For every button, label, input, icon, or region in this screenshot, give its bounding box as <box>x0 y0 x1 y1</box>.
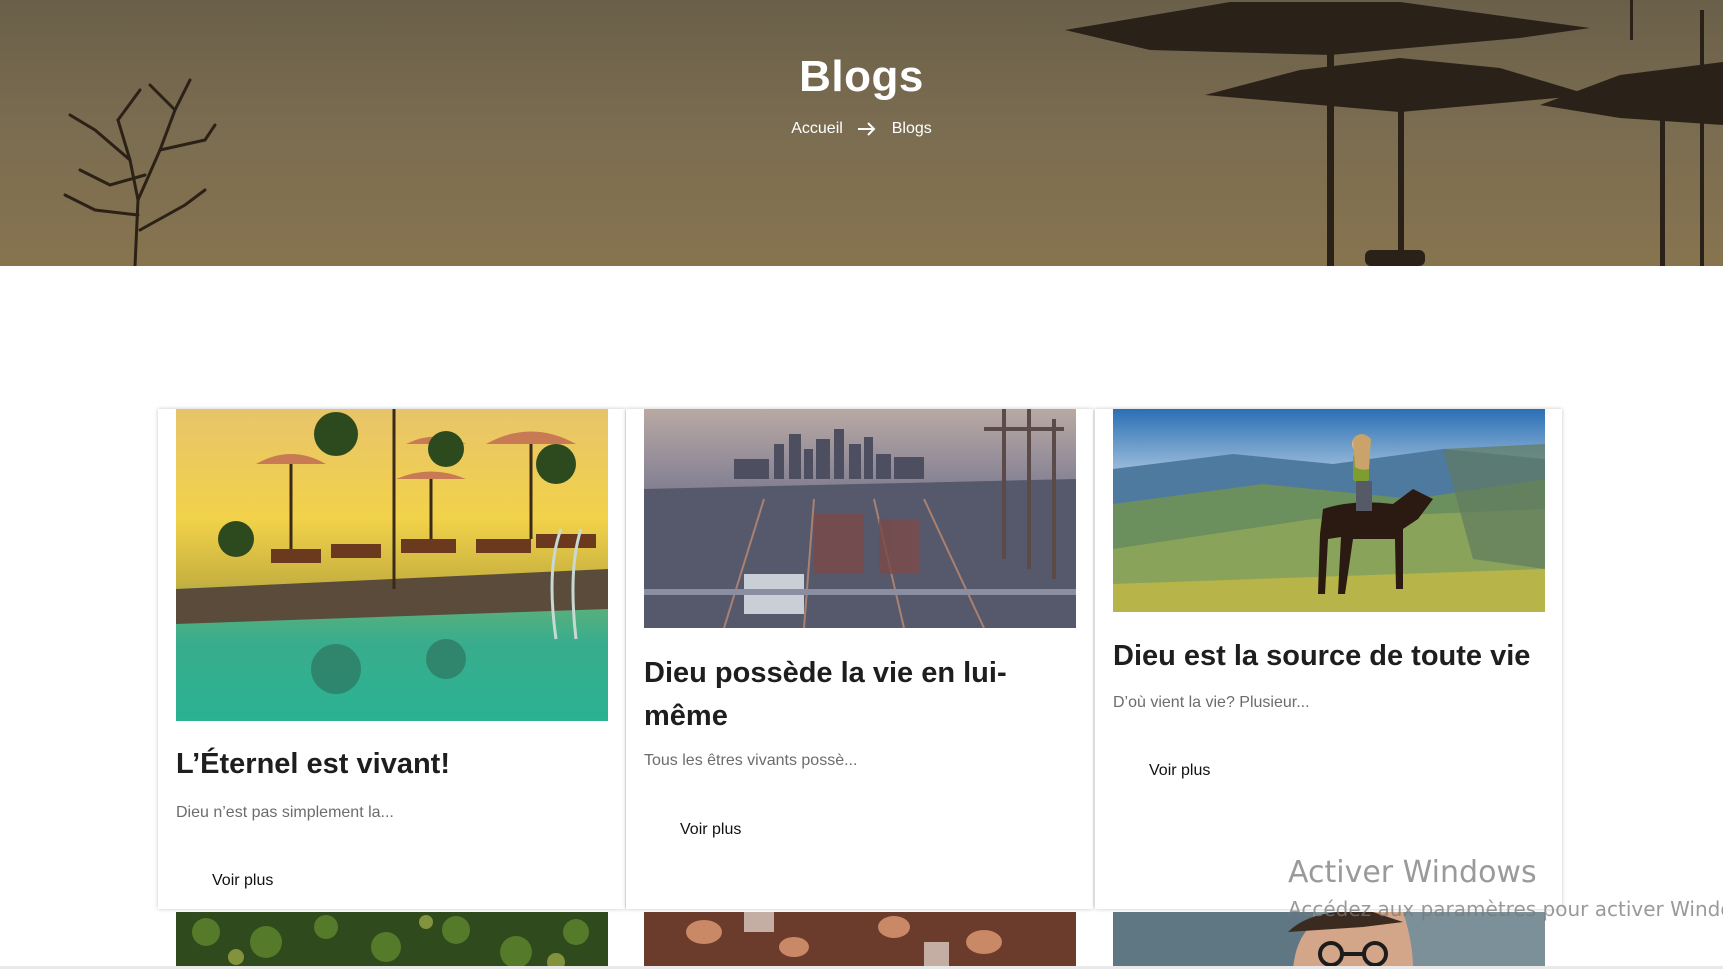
breadcrumb: Accueil Blogs <box>0 120 1723 138</box>
post-thumbnail-crowd[interactable] <box>644 912 1076 969</box>
read-more-link[interactable]: Voir plus <box>212 872 273 890</box>
post-thumbnail-horse-rider[interactable] <box>1113 409 1545 612</box>
page-hero-banner: Blogs Accueil Blogs <box>0 0 1723 266</box>
post-thumbnail-resort-pool[interactable] <box>176 409 608 721</box>
windows-activation-watermark-title: Activer Windows <box>1288 855 1537 890</box>
read-more-link[interactable]: Voir plus <box>680 821 741 839</box>
read-more-link[interactable]: Voir plus <box>1149 762 1210 780</box>
post-thumbnail-city-port[interactable] <box>644 409 1076 628</box>
breadcrumb-current: Blogs <box>891 120 932 137</box>
post-title[interactable]: L’Éternel est vivant! <box>176 743 606 786</box>
post-excerpt: D’où vient la vie? Plusieur... <box>1113 694 1310 711</box>
arrow-right-icon <box>857 122 877 136</box>
post-excerpt: Dieu n’est pas simplement la... <box>176 804 394 821</box>
blog-card: Dieu possède la vie en lui-même Tous les… <box>626 409 1093 909</box>
post-thumbnail-forest[interactable] <box>176 912 608 969</box>
blog-post-grid: L’Éternel est vivant! Dieu n’est pas sim… <box>158 409 1563 909</box>
blog-card: L’Éternel est vivant! Dieu n’est pas sim… <box>158 409 625 909</box>
page-title: Blogs <box>799 52 924 101</box>
breadcrumb-home-link[interactable]: Accueil <box>791 120 843 138</box>
post-title[interactable]: Dieu possède la vie en lui-même <box>644 652 1074 738</box>
windows-activation-watermark-subtitle: Accédez aux paramètres pour activer Wind… <box>1288 897 1723 921</box>
blog-card: Dieu est la source de toute vie D’où vie… <box>1095 409 1562 909</box>
post-title[interactable]: Dieu est la source de toute vie <box>1113 635 1543 678</box>
post-excerpt: Tous les êtres vivants possè... <box>644 752 858 769</box>
